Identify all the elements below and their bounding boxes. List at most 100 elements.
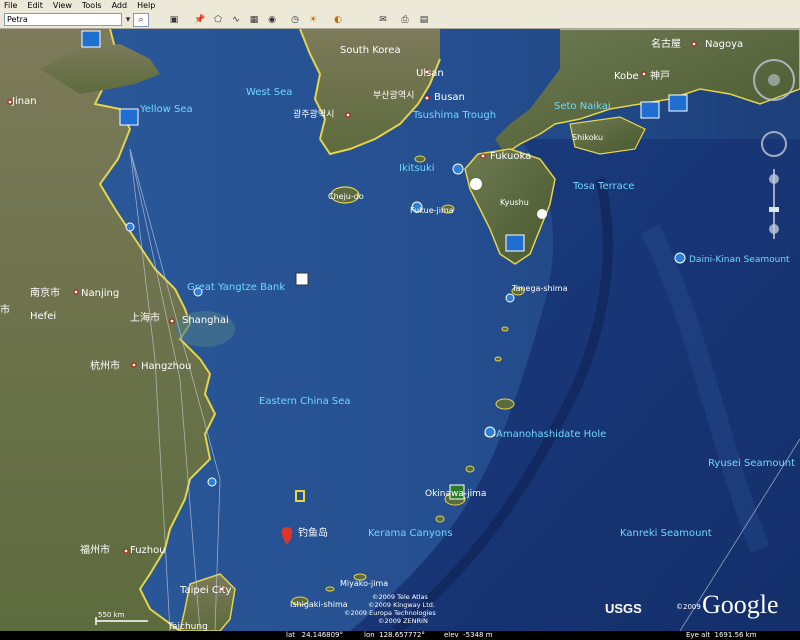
sidebar-toggle-icon[interactable]: ▣ bbox=[166, 13, 182, 27]
label-ikitsuki: Ikitsuki bbox=[399, 163, 435, 174]
label-tosa-terrace: Tosa Terrace bbox=[572, 181, 634, 192]
print-icon[interactable]: ⎙ bbox=[397, 13, 413, 27]
label-gwangju: 광주광역시 bbox=[293, 108, 334, 120]
label-hangzhou: Hangzhou bbox=[141, 361, 191, 372]
label-ryusei: Ryusei Seamount bbox=[708, 458, 795, 469]
search-input[interactable]: Petra bbox=[4, 13, 122, 26]
photo-marker-icon[interactable] bbox=[295, 272, 309, 286]
label-nagoya-cn: 名古屋 bbox=[651, 37, 681, 50]
label-south-korea: South Korea bbox=[340, 45, 401, 56]
label-shanghai: Shanghai bbox=[182, 315, 229, 326]
label-shanghai-cn: 上海市 bbox=[130, 311, 160, 324]
menu-help[interactable]: Help bbox=[133, 0, 161, 12]
attribution-line: ©2009 Tele Atlas bbox=[372, 593, 429, 601]
label-hefei: Hefei bbox=[30, 311, 56, 322]
label-tanegashima: Tanega-shima bbox=[511, 284, 568, 293]
label-yellow-sea: Yellow Sea bbox=[139, 104, 193, 115]
label-eastern-china-sea: Eastern China Sea bbox=[259, 396, 351, 407]
label-seto-naikai: Seto Naikai bbox=[554, 101, 611, 112]
label-kobe: Kobe bbox=[614, 71, 639, 82]
ship-marker-icon[interactable] bbox=[119, 108, 139, 126]
usgs-logo: USGS bbox=[605, 601, 642, 616]
scale-label: 550 km bbox=[98, 611, 125, 619]
historical-imagery-icon[interactable]: ◷ bbox=[287, 13, 303, 27]
label-west-sea: West Sea bbox=[246, 87, 292, 98]
toolbar: Petra ▾ ⌕ ▣ 📌 ⬠ ∿ ▦ ◉ ◷ ☀ ◐ ✉ ⎙ ▤ bbox=[0, 12, 800, 29]
marker-icon[interactable] bbox=[537, 209, 547, 219]
info-marker-icon[interactable] bbox=[484, 426, 496, 438]
label-ishigaki: Ishigaki-shima bbox=[290, 600, 348, 609]
label-hefei-cn: 市 bbox=[0, 303, 10, 316]
label-tsushima: Tsushima Trough bbox=[412, 110, 496, 121]
label-nanjing: Nanjing bbox=[81, 288, 119, 299]
label-nanjing-cn: 南京市 bbox=[30, 286, 60, 299]
switch-to-sky-icon[interactable]: ◐ bbox=[330, 13, 346, 27]
label-hangzhou-cn: 杭州市 bbox=[90, 359, 120, 372]
status-bar: lat 24.146809° lon 128.657772° elev -534… bbox=[0, 631, 800, 640]
view-in-maps-icon[interactable]: ▤ bbox=[416, 13, 432, 27]
map-view[interactable]: South Korea Ulsan 부산광역시 Busan 광주광역시 West… bbox=[0, 29, 800, 631]
info-marker-icon[interactable] bbox=[674, 252, 686, 264]
label-great-yangtze: Great Yangtze Bank bbox=[187, 282, 285, 293]
google-logo: Google bbox=[702, 590, 779, 619]
menu-view[interactable]: View bbox=[49, 0, 78, 12]
menu-file[interactable]: File bbox=[0, 0, 23, 12]
info-marker-icon[interactable] bbox=[452, 163, 464, 175]
marker-icon[interactable] bbox=[81, 30, 101, 48]
label-amanohashidate: Amanohashidate Hole bbox=[496, 429, 606, 440]
attribution-line: ©2009 ZENRIN bbox=[378, 617, 428, 625]
zoom-out-icon[interactable] bbox=[769, 224, 779, 234]
zoom-in-icon[interactable] bbox=[769, 174, 779, 184]
sunlight-icon[interactable]: ☀ bbox=[305, 13, 321, 27]
label-fukue-jima: Fukue-jima bbox=[410, 206, 454, 215]
menu-edit[interactable]: Edit bbox=[23, 0, 49, 12]
status-eye-alt: Eye alt 1691.56 km bbox=[686, 631, 757, 639]
label-kobe-jp: 神戸 bbox=[650, 69, 670, 82]
label-busan: Busan bbox=[434, 92, 465, 103]
zoom-slider-thumb[interactable] bbox=[769, 207, 779, 212]
label-fuzhou-cn: 福州市 bbox=[80, 543, 110, 556]
label-busan-ko: 부산광역시 bbox=[373, 89, 414, 101]
search-icon[interactable]: ⌕ bbox=[133, 13, 149, 27]
menu-tools[interactable]: Tools bbox=[78, 0, 108, 12]
usgs-text: USGS bbox=[605, 601, 642, 616]
anchor-marker-icon[interactable] bbox=[207, 477, 217, 487]
status-lon: lon 128.657772° bbox=[364, 631, 425, 639]
image-overlay-icon[interactable]: ▦ bbox=[246, 13, 262, 27]
info-marker-icon[interactable] bbox=[125, 222, 135, 232]
label-taipei: Taipei City bbox=[179, 585, 231, 596]
attribution-line: ©2009 Kingway Ltd. bbox=[368, 601, 435, 609]
label-miyako: Miyako-jima bbox=[340, 579, 388, 588]
attribution-line: ©2009 Europa Technologies bbox=[344, 609, 436, 617]
label-daini-kinan: Daini-Kinan Seamount bbox=[689, 255, 790, 265]
label-ulsan: Ulsan bbox=[416, 68, 444, 79]
label-fukuoka: Fukuoka bbox=[490, 151, 531, 162]
wave-marker-icon[interactable] bbox=[668, 94, 688, 112]
label-shikoku: Shikoku bbox=[572, 133, 603, 142]
status-lat: lat 24.146809° bbox=[286, 631, 344, 639]
placemark-icon[interactable]: 📌 bbox=[192, 13, 208, 27]
record-tour-icon[interactable]: ◉ bbox=[264, 13, 280, 27]
label-nagoya: Nagoya bbox=[705, 39, 743, 50]
label-diaoyu: 钓鱼岛 bbox=[298, 526, 328, 539]
label-cheju-do: Cheju-do bbox=[328, 192, 364, 201]
label-taichung: Taichung bbox=[167, 622, 208, 631]
path-icon[interactable]: ∿ bbox=[228, 13, 244, 27]
copyright-year: ©2009 bbox=[676, 603, 701, 611]
email-icon[interactable]: ✉ bbox=[375, 13, 391, 27]
menu-bar: File Edit View Tools Add Help bbox=[0, 0, 800, 12]
label-kanreki: Kanreki Seamount bbox=[620, 528, 712, 539]
polygon-icon[interactable]: ⬠ bbox=[210, 13, 226, 27]
map-canvas: South Korea Ulsan 부산광역시 Busan 광주광역시 West… bbox=[0, 29, 800, 631]
wwf-marker-icon[interactable] bbox=[470, 178, 482, 190]
info-marker-icon[interactable] bbox=[505, 293, 515, 303]
wave-marker-icon[interactable] bbox=[505, 234, 525, 252]
label-okinawa: Okinawa-jima bbox=[425, 489, 486, 499]
wave-marker-icon[interactable] bbox=[640, 101, 660, 119]
label-kerama: Kerama Canyons bbox=[368, 528, 453, 539]
status-elev: elev -5348 m bbox=[444, 631, 493, 639]
menu-add[interactable]: Add bbox=[108, 0, 134, 12]
label-jinan: Jinan bbox=[11, 96, 37, 107]
label-fuzhou: Fuzhou bbox=[130, 545, 166, 556]
label-kyushu: Kyushu bbox=[500, 198, 529, 207]
